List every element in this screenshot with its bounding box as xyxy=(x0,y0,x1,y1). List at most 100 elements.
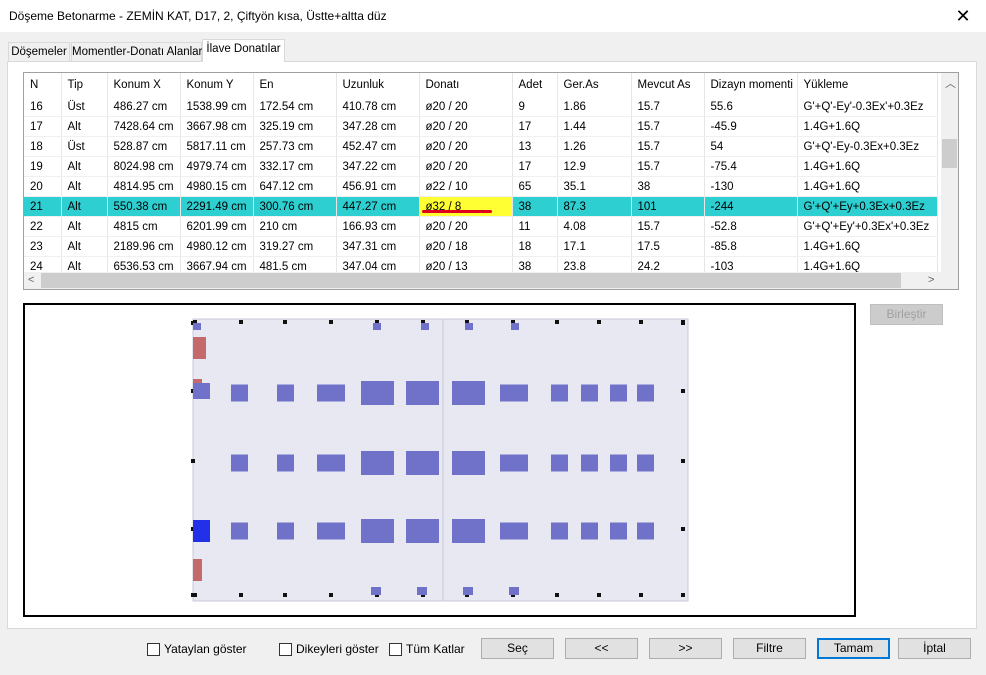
table-cell: 4.08 xyxy=(557,216,632,237)
vertical-scrollbar[interactable]: ︿ xyxy=(941,73,958,272)
vertical-scroll-thumb[interactable] xyxy=(942,139,957,168)
checkbox-box[interactable] xyxy=(389,642,402,656)
table-row[interactable]: 23 Alt 2189.96 cm 4980.12 cm 319.27 cm 347.31… xyxy=(24,236,938,257)
table-cell: 4980.12 cm xyxy=(180,236,254,257)
column-header[interactable]: Konum Y xyxy=(180,73,254,97)
table-cell: ø22 / 10 xyxy=(419,176,513,197)
rebar-mark xyxy=(317,384,345,402)
filtre-button[interactable]: Filtre xyxy=(733,638,806,659)
column-header[interactable]: Donatı xyxy=(419,73,513,97)
table-row[interactable]: 22 Alt 4815 cm 6201.99 cm 210 cm 166.93 cm ø20… xyxy=(24,216,938,237)
rebar-mark xyxy=(500,384,528,402)
tab-momentler[interactable]: Momentler-Donatı Alanları xyxy=(71,42,206,61)
table-cell: Alt xyxy=(61,176,108,197)
table-cell: ø20 / 20 xyxy=(419,136,513,157)
table-cell: 22 xyxy=(24,216,62,237)
table-cell: 54 xyxy=(704,136,798,157)
scroll-left-icon[interactable]: < xyxy=(28,274,34,286)
rebar-mark xyxy=(610,454,627,472)
column-dot xyxy=(681,459,685,463)
table-row[interactable]: 17 Alt 7428.64 cm 3667.98 cm 325.19 cm 347.28… xyxy=(24,116,938,137)
table-cell: 4814.95 cm xyxy=(107,176,181,197)
table-row[interactable]: 18 Üst 528.87 cm 5817.11 cm 257.73 cm 452.47 … xyxy=(24,136,938,157)
tum-katlar-checkbox[interactable]: Tüm Katlar xyxy=(389,642,465,656)
table-cell: 4980.15 cm xyxy=(180,176,254,197)
table-cell: 17 xyxy=(24,116,62,137)
table-cell: 18 xyxy=(24,136,62,157)
rebar-mark xyxy=(465,323,473,330)
table-row[interactable]: 19 Alt 8024.98 cm 4979.74 cm 332.17 cm 347.22… xyxy=(24,156,938,177)
table-cell: 5817.11 cm xyxy=(180,136,254,157)
column-header[interactable]: Ger.As xyxy=(557,73,632,97)
table-cell: 20 xyxy=(24,176,62,197)
table-cell: 7428.64 cm xyxy=(107,116,181,137)
table-cell: 1.86 xyxy=(557,97,632,117)
next-button[interactable]: >> xyxy=(649,638,722,659)
checkbox-box[interactable] xyxy=(147,642,160,656)
column-dot xyxy=(639,320,643,324)
table-row[interactable]: 21 Alt 550.38 cm 2291.49 cm 300.76 cm 447.27 … xyxy=(24,196,938,217)
rebar-mark xyxy=(406,519,439,543)
table-cell: 1.4G+1.6Q xyxy=(797,236,938,257)
yatay-checkbox[interactable]: Yataylan göster xyxy=(147,642,247,656)
tamam-button[interactable]: Tamam xyxy=(817,638,890,659)
table-cell: 528.87 cm xyxy=(107,136,181,157)
table-cell: Alt xyxy=(61,216,108,237)
iptal-button[interactable]: İptal xyxy=(898,638,971,659)
rebar-mark xyxy=(509,587,519,595)
column-header[interactable]: Dizayn momenti xyxy=(704,73,798,97)
dikey-checkbox[interactable]: Dikeyleri göster xyxy=(279,642,379,656)
table-cell: -45.9 xyxy=(704,116,798,137)
table-cell: 2291.49 cm xyxy=(180,196,254,217)
table-cell: 55.6 xyxy=(704,97,798,117)
scroll-right-icon[interactable]: > xyxy=(928,274,934,286)
horizontal-scroll-thumb[interactable] xyxy=(41,273,901,288)
column-dot xyxy=(329,593,333,597)
column-header[interactable]: N xyxy=(24,73,62,97)
rebar-mark xyxy=(581,522,598,540)
rebar-mark xyxy=(417,587,427,595)
rebar-mark xyxy=(637,522,654,540)
table-cell: 15.7 xyxy=(631,216,705,237)
column-header[interactable]: Yükleme xyxy=(797,73,938,97)
table-cell: 3667.98 cm xyxy=(180,116,254,137)
rebar-mark xyxy=(581,454,598,472)
table-cell: Alt xyxy=(61,156,108,177)
table-cell: 1.4G+1.6Q xyxy=(797,156,938,177)
table-cell: 1.44 xyxy=(557,116,632,137)
checkbox-box[interactable] xyxy=(279,642,292,656)
tab-doseme[interactable]: Döşemeler xyxy=(8,42,70,61)
table-cell: 1.4G+1.6Q xyxy=(797,116,938,137)
column-dot xyxy=(681,593,685,597)
close-icon[interactable]: ✕ xyxy=(940,0,986,32)
table-cell: 647.12 cm xyxy=(253,176,337,197)
table-cell: 257.73 cm xyxy=(253,136,337,157)
rebar-mark xyxy=(193,323,201,330)
column-header[interactable]: Mevcut As xyxy=(631,73,705,97)
table-cell: ø32 / 8 xyxy=(419,196,513,217)
column-header[interactable]: Uzunluk xyxy=(336,73,420,97)
table-row[interactable]: 16 Üst 486.27 cm 1538.99 cm 172.54 cm 410.78 … xyxy=(24,97,938,117)
table-cell: 300.76 cm xyxy=(253,196,337,217)
sec-button[interactable]: Seç xyxy=(481,638,554,659)
column-header[interactable]: Konum X xyxy=(107,73,181,97)
table-cell: 17 xyxy=(512,156,558,177)
slab-drawing[interactable] xyxy=(23,303,856,617)
table-cell: 550.38 cm xyxy=(107,196,181,217)
horizontal-scrollbar[interactable]: < > xyxy=(24,272,958,289)
rebar-mark xyxy=(581,384,598,402)
tab-ilave-donatilar[interactable]: İlave Donatılar xyxy=(202,39,285,62)
birlestir-button[interactable]: Birleştir xyxy=(870,304,943,325)
column-header[interactable]: En xyxy=(253,73,337,97)
rebar-mark xyxy=(511,323,519,330)
table-cell: 35.1 xyxy=(557,176,632,197)
table-row[interactable]: 20 Alt 4814.95 cm 4980.15 cm 647.12 cm 456.91… xyxy=(24,176,938,197)
table-cell: 65 xyxy=(512,176,558,197)
table-cell: 19 xyxy=(24,156,62,177)
scroll-up-icon[interactable]: ︿ xyxy=(945,75,956,91)
prev-button[interactable]: << xyxy=(565,638,638,659)
column-header[interactable]: Tip xyxy=(61,73,108,97)
table-cell: 325.19 cm xyxy=(253,116,337,137)
column-header[interactable]: Adet xyxy=(512,73,558,97)
checkbox-label: Dikeyleri göster xyxy=(296,642,379,656)
